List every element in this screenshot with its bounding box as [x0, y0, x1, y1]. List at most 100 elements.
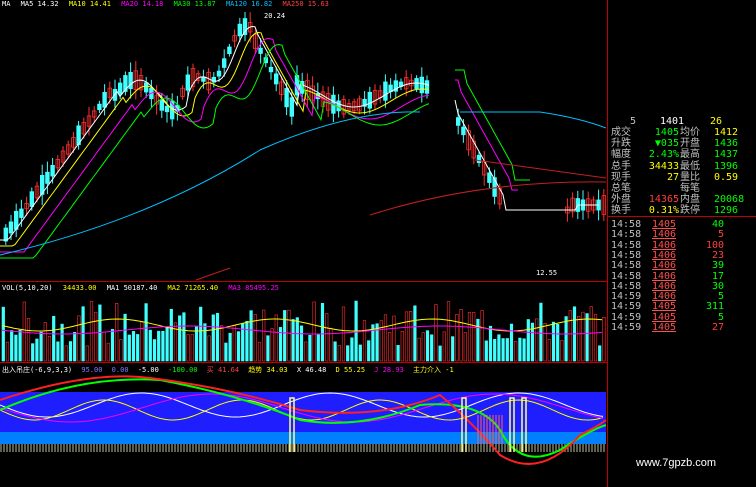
volume-bar [560, 340, 564, 362]
volume-bar [400, 331, 404, 362]
volume-bar [501, 338, 505, 362]
volume-bar [577, 316, 581, 362]
volume-bar [236, 331, 241, 362]
volume-bar [451, 336, 455, 362]
volume-bar [136, 334, 140, 362]
volume-bar [257, 341, 262, 362]
volume-bar [472, 312, 476, 362]
volume-bar [220, 325, 224, 362]
volume-bar [215, 312, 220, 362]
candle-body [19, 208, 24, 218]
quote-label: 总笔 [611, 183, 631, 194]
site-watermark: www.7gpzb.com [636, 457, 717, 469]
volume-bar [207, 335, 211, 362]
moving-average-line [0, 25, 430, 241]
volume-bar [190, 334, 194, 362]
volume-bar [287, 309, 291, 362]
volume-bar [413, 305, 417, 362]
volume-bar [442, 331, 446, 362]
candle-body [143, 82, 149, 93]
volume-bar [299, 325, 304, 362]
volume-bar [94, 311, 98, 362]
volume-bar [379, 320, 383, 362]
quote-top-c: 26 [710, 116, 723, 127]
quote-label-2: 跌停 [680, 205, 700, 217]
quote-label: 总手 [611, 160, 631, 172]
volume-bar [316, 334, 320, 362]
volume-bar [556, 323, 560, 362]
volume-bar [182, 312, 186, 362]
candle-body [227, 46, 232, 55]
volume-bars [1, 300, 606, 362]
stock-chart[interactable] [0, 0, 608, 487]
volume-bar [157, 330, 161, 362]
quote-top-a: 5 [630, 116, 637, 127]
volume-bar [476, 318, 480, 362]
volume-bar [144, 303, 148, 362]
quote-value: 0.31% [648, 205, 679, 217]
quote-top-row: 5 1401 26 [608, 116, 756, 127]
volume-bar [119, 339, 123, 362]
volume-bar [346, 345, 350, 362]
ma250-line [195, 267, 231, 281]
volume-bar [388, 332, 392, 362]
volume-bar [425, 330, 430, 362]
volume-bar [270, 328, 274, 362]
volume-bar [505, 338, 509, 362]
candle-body [45, 171, 50, 184]
quote-value-2: 1436 [714, 138, 739, 150]
volume-bar [312, 301, 316, 362]
volume-bar [375, 323, 379, 362]
volume-bar [106, 342, 110, 362]
volume-bar [497, 334, 501, 362]
indicator-v8: D 55.25 [335, 366, 366, 374]
indicator-v1: 95.00 [81, 366, 103, 374]
tick-price: 1405 [652, 322, 677, 333]
divider [608, 216, 756, 217]
volume-bar [102, 331, 106, 362]
quote-label-2: 量比 [680, 171, 700, 183]
volume-bar [266, 335, 270, 362]
volume-bar [547, 339, 551, 362]
volume-bar [18, 329, 22, 362]
volume-bar [362, 320, 367, 362]
tick-row[interactable]: 14:59 1405 27 [608, 322, 756, 333]
quote-value: 14365 [648, 194, 679, 206]
volume-bar [551, 321, 556, 362]
volume-bar [585, 313, 589, 362]
quote-value-2: 1396 [714, 160, 739, 172]
quote-label: 升跌 [611, 138, 631, 150]
volume-bar [325, 313, 329, 362]
ma10-value: MA10 14.41 [68, 0, 111, 8]
volume-value: 34433.00 [62, 284, 97, 292]
candle-body [164, 105, 170, 113]
volume-bar [232, 325, 236, 362]
volume-bar [123, 313, 127, 362]
volume-bar [211, 314, 215, 362]
indicator-v6: 趋势 34.03 [248, 366, 288, 374]
volume-bar [320, 303, 325, 362]
tick-time: 14:59 [611, 322, 642, 333]
ma250-value: MA250 15.63 [282, 0, 329, 8]
volume-bar [161, 330, 165, 362]
volume-bar [392, 315, 396, 362]
volume-bar [514, 340, 518, 362]
quote-label: 幅度 [611, 149, 631, 161]
volume-bar [152, 339, 157, 362]
candle-body [128, 71, 133, 90]
volume-bar [52, 315, 56, 362]
volume-ma2: MA2 71265.40 [167, 284, 219, 292]
volume-bar [409, 311, 413, 362]
volume-bar [14, 334, 18, 362]
candle-body [102, 91, 107, 108]
volume-bar [5, 341, 10, 362]
volume-bar [253, 314, 257, 362]
quote-value-2: 0.59 [714, 171, 739, 183]
volume-bar [304, 341, 308, 362]
volume-bar [417, 337, 421, 362]
volume-bar [358, 344, 362, 362]
candle-body [461, 126, 466, 136]
volume-bar [383, 314, 388, 362]
ma120-line [0, 111, 421, 256]
volume-bar [249, 310, 253, 362]
